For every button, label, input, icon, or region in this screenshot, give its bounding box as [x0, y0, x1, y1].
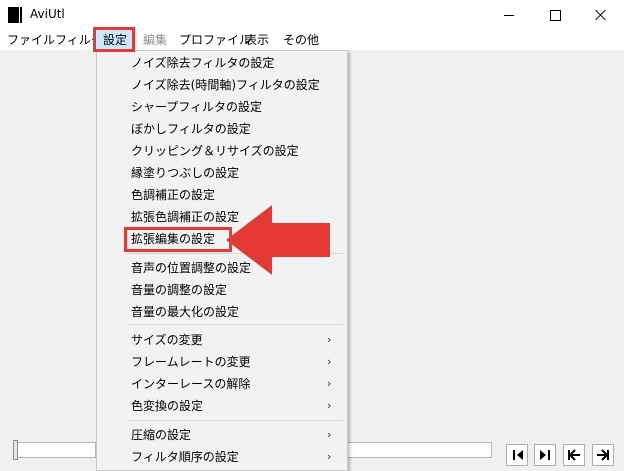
aviutl-app-icon [8, 7, 22, 23]
settings-menu-item[interactable]: 色調補正の設定 [97, 184, 347, 206]
settings-menu-item-label: シャープフィルタの設定 [131, 100, 263, 114]
prev-frame-button[interactable] [506, 444, 528, 466]
submenu-arrow-icon: › [327, 450, 332, 463]
title-bar: AviUtl [0, 0, 624, 30]
settings-menu-item[interactable]: インターレースの解除 › [97, 373, 347, 395]
menu-separator [127, 324, 343, 325]
settings-menu-item-label: ぼかしフィルタの設定 [131, 122, 251, 136]
submenu-arrow-icon: › [327, 399, 332, 412]
menu-separator [127, 420, 343, 421]
settings-menu-item-label: 縁塗りつぶしの設定 [131, 166, 240, 180]
submenu-arrow-icon: › [327, 377, 332, 390]
minimize-button[interactable] [486, 0, 532, 30]
settings-menu-item-label: サイズの変更 [131, 333, 203, 347]
settings-menu-item-label: フレームレートの変更 [131, 355, 251, 369]
close-button[interactable] [578, 0, 624, 30]
settings-menu-item-label: 音量の調整の設定 [131, 283, 228, 297]
settings-menu-item-label: クリッピング＆リサイズの設定 [131, 144, 299, 158]
settings-menu-item[interactable]: ぼかしフィルタの設定 [97, 118, 347, 140]
settings-menu-item[interactable]: 音量の最大化の設定 [97, 301, 347, 323]
seek-bar[interactable] [16, 442, 96, 458]
seek-bar-track[interactable] [348, 442, 492, 458]
submenu-arrow-icon: › [327, 333, 332, 346]
red-pointer-arrow-icon [226, 205, 330, 275]
settings-menu-item[interactable]: フレームレートの変更 › [97, 351, 347, 373]
settings-menu-item[interactable]: サイズの変更 › [97, 329, 347, 351]
maximize-button[interactable] [532, 0, 578, 30]
last-frame-button[interactable] [592, 444, 614, 466]
settings-menu-item[interactable]: 縁塗りつぶしの設定 [97, 162, 347, 184]
settings-menu-item-label: 色変換の設定 [131, 399, 204, 413]
first-frame-button[interactable] [563, 444, 585, 466]
settings-menu-item[interactable]: 音量の調整の設定 [97, 279, 347, 301]
submenu-arrow-icon: › [327, 355, 332, 368]
extended-edit-highlight-box [124, 227, 232, 252]
seek-bar-thumb[interactable] [13, 440, 18, 460]
settings-menu-item-label: 拡張色調補正の設定 [131, 210, 240, 224]
settings-menu-item[interactable]: ノイズ除去フィルタの設定 [97, 52, 347, 74]
settings-menu-highlight-box [93, 27, 135, 52]
settings-menu-item[interactable]: 圧縮の設定 › [97, 424, 347, 446]
last-frame-icon [597, 449, 609, 461]
next-frame-button[interactable] [534, 444, 556, 466]
menu-profile[interactable]: プロファイル [179, 30, 251, 50]
close-icon [595, 9, 607, 21]
settings-menu-item[interactable]: フィルタ順序の設定 › [97, 446, 347, 468]
settings-menu-item[interactable]: 色変換の設定 › [97, 395, 347, 417]
menu-other[interactable]: その他 [283, 30, 319, 50]
settings-menu-item-label: インターレースの解除 [131, 377, 251, 391]
settings-menu-item[interactable]: シャープフィルタの設定 [97, 96, 347, 118]
settings-menu-item-label: 音量の最大化の設定 [131, 305, 240, 319]
submenu-arrow-icon: › [327, 428, 332, 441]
menu-view[interactable]: 表示 [245, 30, 269, 50]
settings-menu-item[interactable]: クリッピング＆リサイズの設定 [97, 140, 347, 162]
settings-menu-item-label: 色調補正の設定 [131, 188, 216, 202]
next-frame-icon [540, 450, 550, 460]
prev-frame-icon [513, 450, 523, 460]
menu-file[interactable]: ファイル [7, 30, 55, 50]
settings-menu-item-label: ノイズ除去フィルタの設定 [131, 56, 275, 70]
settings-menu-item-label: ノイズ除去(時間軸)フィルタの設定 [131, 78, 320, 92]
settings-menu-item-label: 圧縮の設定 [131, 428, 192, 442]
settings-menu-item[interactable]: ノイズ除去(時間軸)フィルタの設定 [97, 74, 347, 96]
first-frame-icon [568, 449, 580, 461]
menu-edit[interactable]: 編集 [143, 30, 167, 50]
window-title: AviUtl [30, 7, 65, 21]
maximize-icon [549, 9, 561, 21]
minimize-icon [504, 14, 514, 16]
settings-menu-item-label: フィルタ順序の設定 [131, 450, 239, 464]
